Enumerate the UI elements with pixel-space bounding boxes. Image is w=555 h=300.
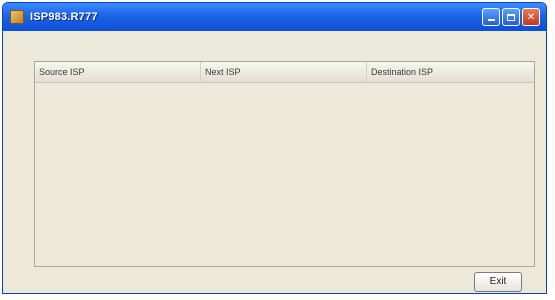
title-bar[interactable]: ISP983.R777 ✕ — [3, 3, 546, 31]
column-header-next-isp[interactable]: Next ISP — [201, 62, 367, 82]
app-icon — [10, 10, 24, 24]
maximize-icon — [507, 13, 515, 21]
maximize-button[interactable] — [502, 8, 520, 26]
close-button[interactable]: ✕ — [522, 8, 540, 26]
exit-button[interactable]: Exit — [474, 272, 522, 292]
minimize-icon — [487, 19, 495, 21]
close-icon: ✕ — [526, 11, 536, 23]
window-controls: ✕ — [482, 8, 540, 26]
minimize-button[interactable] — [482, 8, 500, 26]
window-title: ISP983.R777 — [30, 11, 98, 23]
app-window: ISP983.R777 ✕ Source ISP Next ISP Destin… — [2, 2, 547, 294]
table-header: Source ISP Next ISP Destination ISP — [35, 62, 534, 83]
column-header-source-isp[interactable]: Source ISP — [35, 62, 201, 82]
column-header-destination-isp[interactable]: Destination ISP — [367, 62, 534, 82]
isp-table[interactable]: Source ISP Next ISP Destination ISP — [34, 61, 535, 267]
